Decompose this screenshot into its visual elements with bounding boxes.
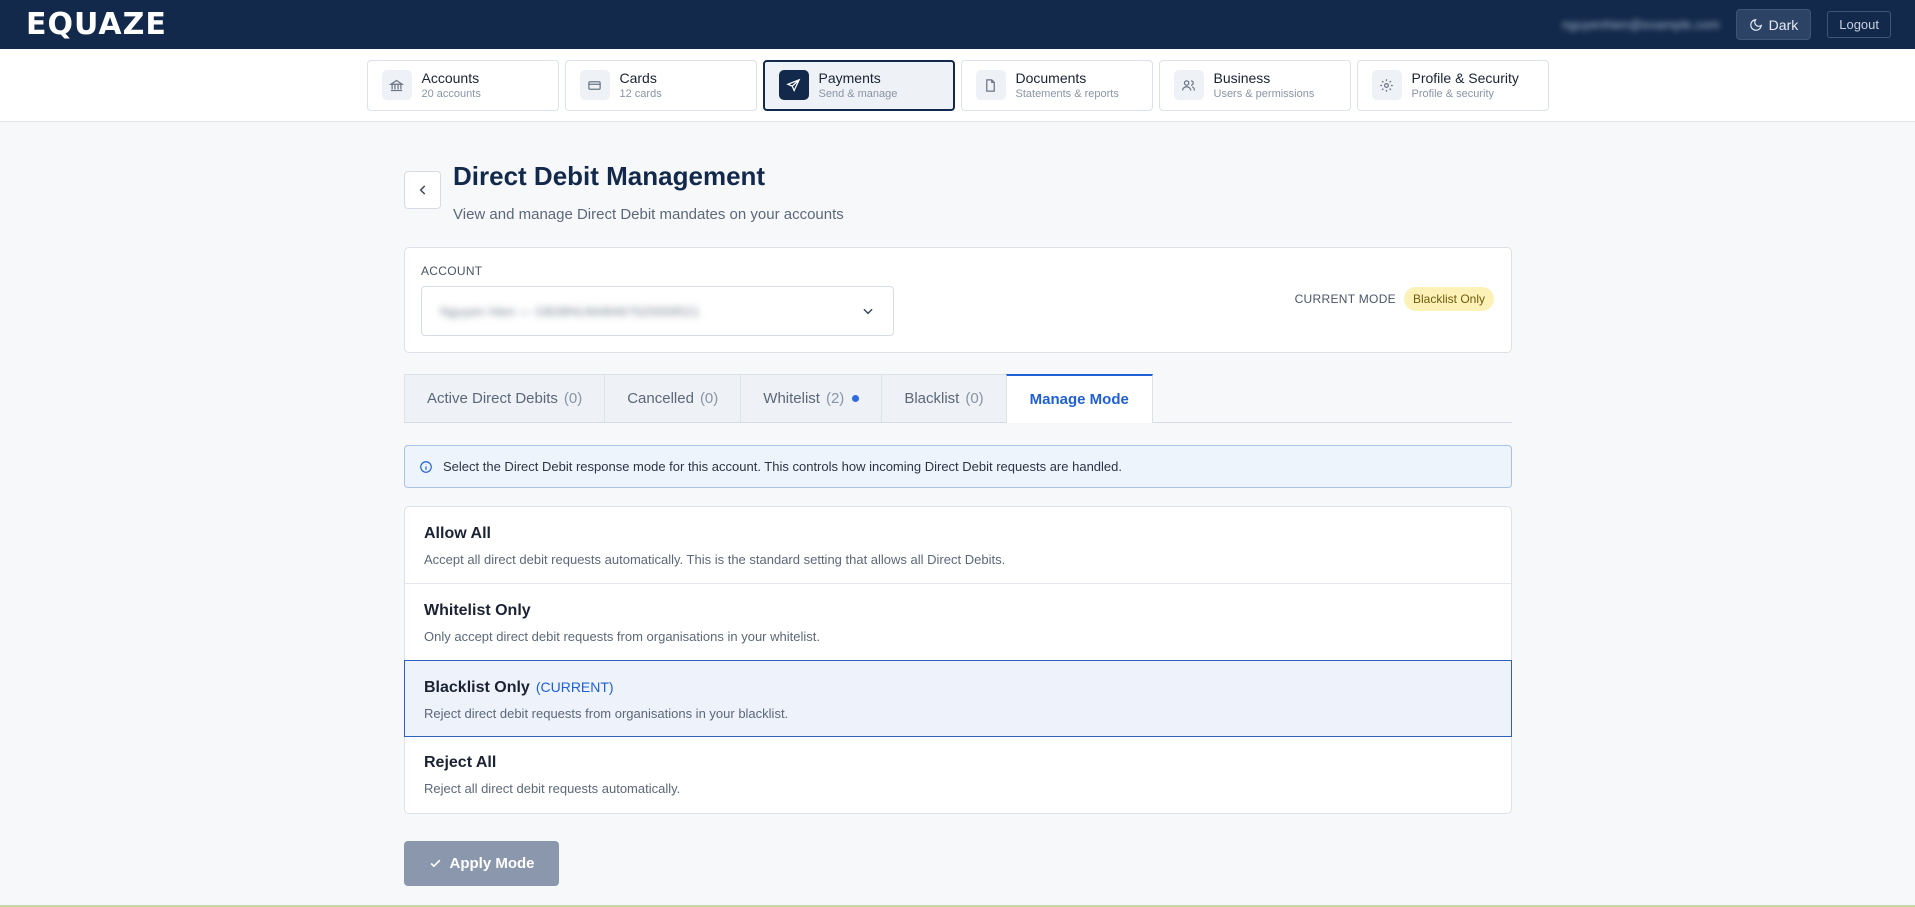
nav-accounts[interactable]: Accounts 20 accounts [366, 59, 559, 111]
notification-dot [852, 395, 860, 402]
document-icon [975, 70, 1006, 100]
card-icon [579, 70, 610, 100]
users-icon [1173, 70, 1204, 100]
tab-label: Whitelist [763, 390, 820, 407]
mode-option-reject-all[interactable]: Reject All Reject all direct debit reque… [405, 736, 1511, 813]
current-mode-badge: Blacklist Only [1403, 287, 1494, 311]
nav-title: Cards [619, 70, 657, 86]
option-title: Allow All [424, 525, 491, 542]
tab-active-direct-debits[interactable]: Active Direct Debits (0) [404, 374, 606, 422]
main-nav: Accounts 20 accounts Cards 12 cards Paymen… [0, 49, 1915, 122]
chevron-left-icon [419, 185, 425, 195]
option-title: Whitelist Only [424, 602, 531, 619]
back-button[interactable] [404, 171, 441, 209]
gear-icon [1371, 70, 1402, 100]
info-banner: Select the Direct Debit response mode fo… [404, 445, 1512, 488]
logo: EQUAZE [26, 7, 167, 42]
nav-documents[interactable]: Documents Statements & reports [960, 59, 1153, 111]
option-description: Accept all direct debit requests automat… [424, 552, 1006, 567]
tab-count: (0) [965, 390, 984, 407]
option-title: Blacklist Only [424, 679, 530, 696]
nav-sub: Profile & security [1411, 88, 1495, 100]
nav-sub: Statements & reports [1015, 88, 1119, 100]
tab-label: Manage Mode [1029, 391, 1129, 408]
tab-count: (2) [825, 390, 845, 407]
page-subtitle: View and manage Direct Debit mandates on… [453, 206, 844, 223]
tab-label: Blacklist [904, 390, 960, 407]
tab-bar: Active Direct Debits (0) Cancelled (0) W… [404, 374, 1512, 423]
bank-icon [381, 70, 412, 100]
tab-manage-mode[interactable]: Manage Mode [1005, 374, 1153, 423]
current-mode-label: CURRENT MODE [1294, 292, 1396, 306]
nav-title: Documents [1015, 70, 1087, 86]
nav-business[interactable]: Business Users & permissions [1158, 59, 1351, 111]
dark-mode-label: Dark [1768, 16, 1799, 33]
nav-profile-security[interactable]: Profile & Security Profile & security [1356, 59, 1549, 111]
info-text: Select the Direct Debit response mode fo… [443, 459, 1122, 474]
nav-title: Profile & Security [1411, 70, 1519, 86]
option-description: Reject all direct debit requests automat… [424, 781, 681, 796]
option-description: Only accept direct debit requests from o… [424, 629, 820, 644]
tab-count: (0) [563, 390, 583, 407]
logout-button[interactable]: Logout [1827, 11, 1891, 38]
account-value: Nguyen Hien — GB38NUM48467620009521 [440, 303, 700, 319]
top-bar: EQUAZE nguyenhien@example.com Dark Logou… [0, 0, 1915, 49]
user-email: nguyenhien@example.com [1561, 17, 1720, 32]
tab-label: Active Direct Debits [427, 390, 558, 407]
nav-sub: 20 accounts [421, 88, 481, 100]
tab-count: (0) [699, 390, 719, 407]
mode-option-allow-all[interactable]: Allow All Accept all direct debit reques… [405, 507, 1511, 584]
apply-mode-label: Apply Mode [449, 855, 535, 872]
dark-mode-button[interactable]: Dark [1735, 9, 1812, 40]
info-icon [420, 460, 432, 473]
account-select[interactable]: Nguyen Hien — GB38NUM48467620009521 [421, 286, 894, 336]
page-title: Direct Debit Management [453, 161, 766, 191]
mode-option-whitelist-only[interactable]: Whitelist Only Only accept direct debit … [405, 584, 1511, 661]
nav-sub: Users & permissions [1213, 88, 1315, 100]
account-card: ACCOUNT Nguyen Hien — GB38NUM48467620009… [404, 247, 1512, 353]
tab-label: Cancelled [627, 390, 694, 407]
nav-cards[interactable]: Cards 12 cards [564, 59, 757, 111]
nav-sub: 12 cards [619, 88, 662, 100]
current-tag: (CURRENT) [535, 679, 614, 695]
nav-sub: Send & manage [818, 88, 898, 100]
main-content: Direct Debit Management View and manage … [404, 160, 1512, 886]
option-description: Reject direct debit requests from organi… [424, 706, 789, 721]
tab-whitelist[interactable]: Whitelist (2) [740, 374, 883, 422]
check-icon [430, 859, 440, 868]
nav-payments[interactable]: Payments Send & manage [762, 59, 955, 111]
tab-blacklist[interactable]: Blacklist (0) [881, 374, 1007, 422]
send-icon [778, 70, 809, 100]
account-label: ACCOUNT [421, 264, 483, 278]
tab-cancelled[interactable]: Cancelled (0) [604, 374, 742, 422]
nav-title: Payments [818, 70, 881, 86]
chevron-down-icon [863, 308, 873, 315]
moon-icon [1749, 18, 1762, 31]
nav-title: Accounts [421, 70, 480, 86]
mode-options: Allow All Accept all direct debit reques… [404, 506, 1512, 814]
nav-title: Business [1213, 70, 1271, 86]
apply-mode-button[interactable]: Apply Mode [404, 841, 559, 886]
mode-option-blacklist-only[interactable]: Blacklist Only (CURRENT) Reject direct de… [404, 660, 1512, 737]
option-title: Reject All [424, 754, 497, 771]
